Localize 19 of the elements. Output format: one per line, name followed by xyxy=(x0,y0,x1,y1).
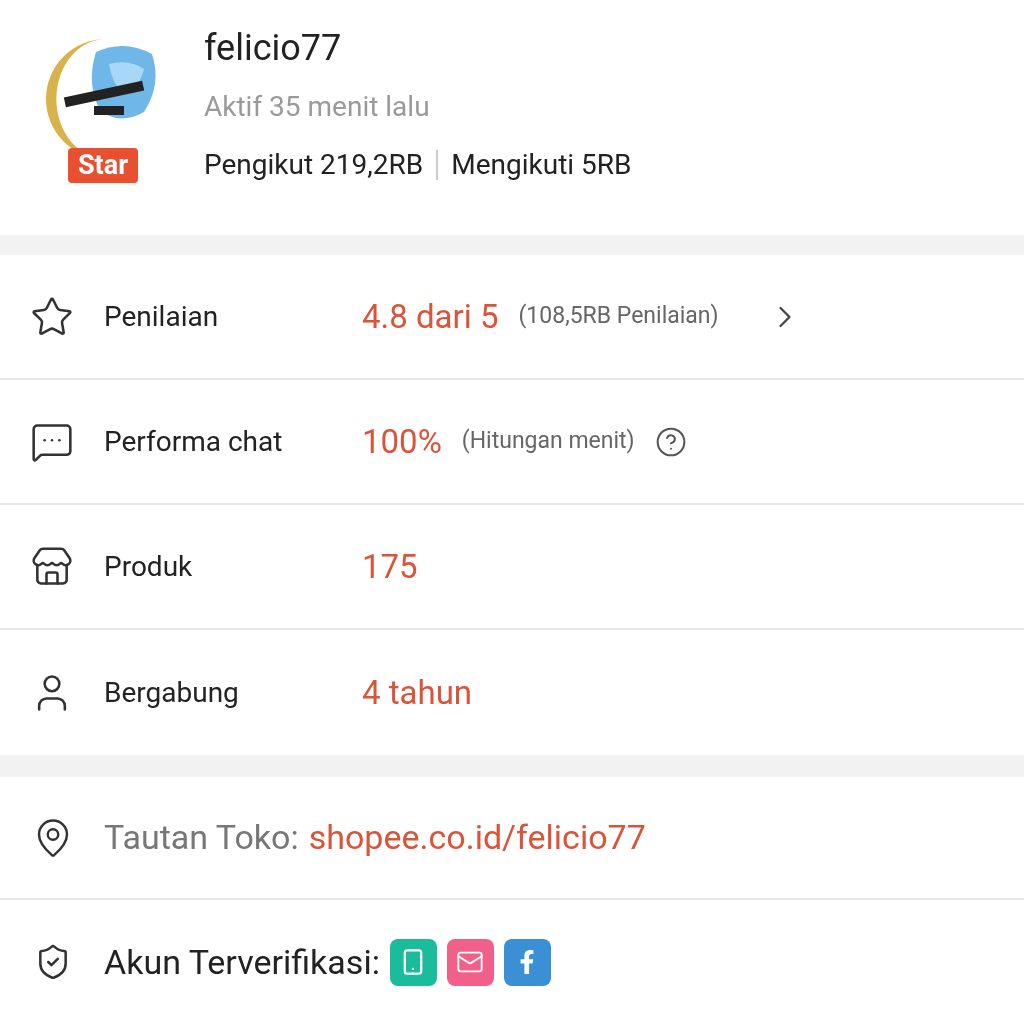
stat-label: Performa chat xyxy=(104,423,284,460)
stat-value: 4.8 dari 5 xyxy=(362,295,499,338)
shop-link-label: Tautan Toko: xyxy=(104,816,299,859)
shop-link[interactable]: shopee.co.id/felicio77 xyxy=(308,812,646,863)
stat-label: Penilaian xyxy=(104,298,220,335)
stat-label: Produk xyxy=(104,548,194,585)
help-icon[interactable] xyxy=(654,425,687,458)
follow-count[interactable]: Pengikut 219,2RB xyxy=(204,144,424,186)
follow-count[interactable]: Mengikuti 5RB xyxy=(451,144,632,186)
verified-label: Akun Terverifikasi: xyxy=(104,940,380,984)
username: felicio77 xyxy=(204,26,343,70)
stat-value: 4 tahun xyxy=(362,671,473,714)
star-badge: Star xyxy=(68,148,139,183)
stat-label: Bergabung xyxy=(104,674,240,711)
stat-note: (108,5RB Penilaian) xyxy=(518,301,719,332)
stat-value: 100% xyxy=(362,420,442,463)
stat-note: (Hitungan menit) xyxy=(461,426,635,457)
stat-value: 175 xyxy=(362,545,418,588)
active-status: Aktif 35 menit lalu xyxy=(204,89,431,125)
